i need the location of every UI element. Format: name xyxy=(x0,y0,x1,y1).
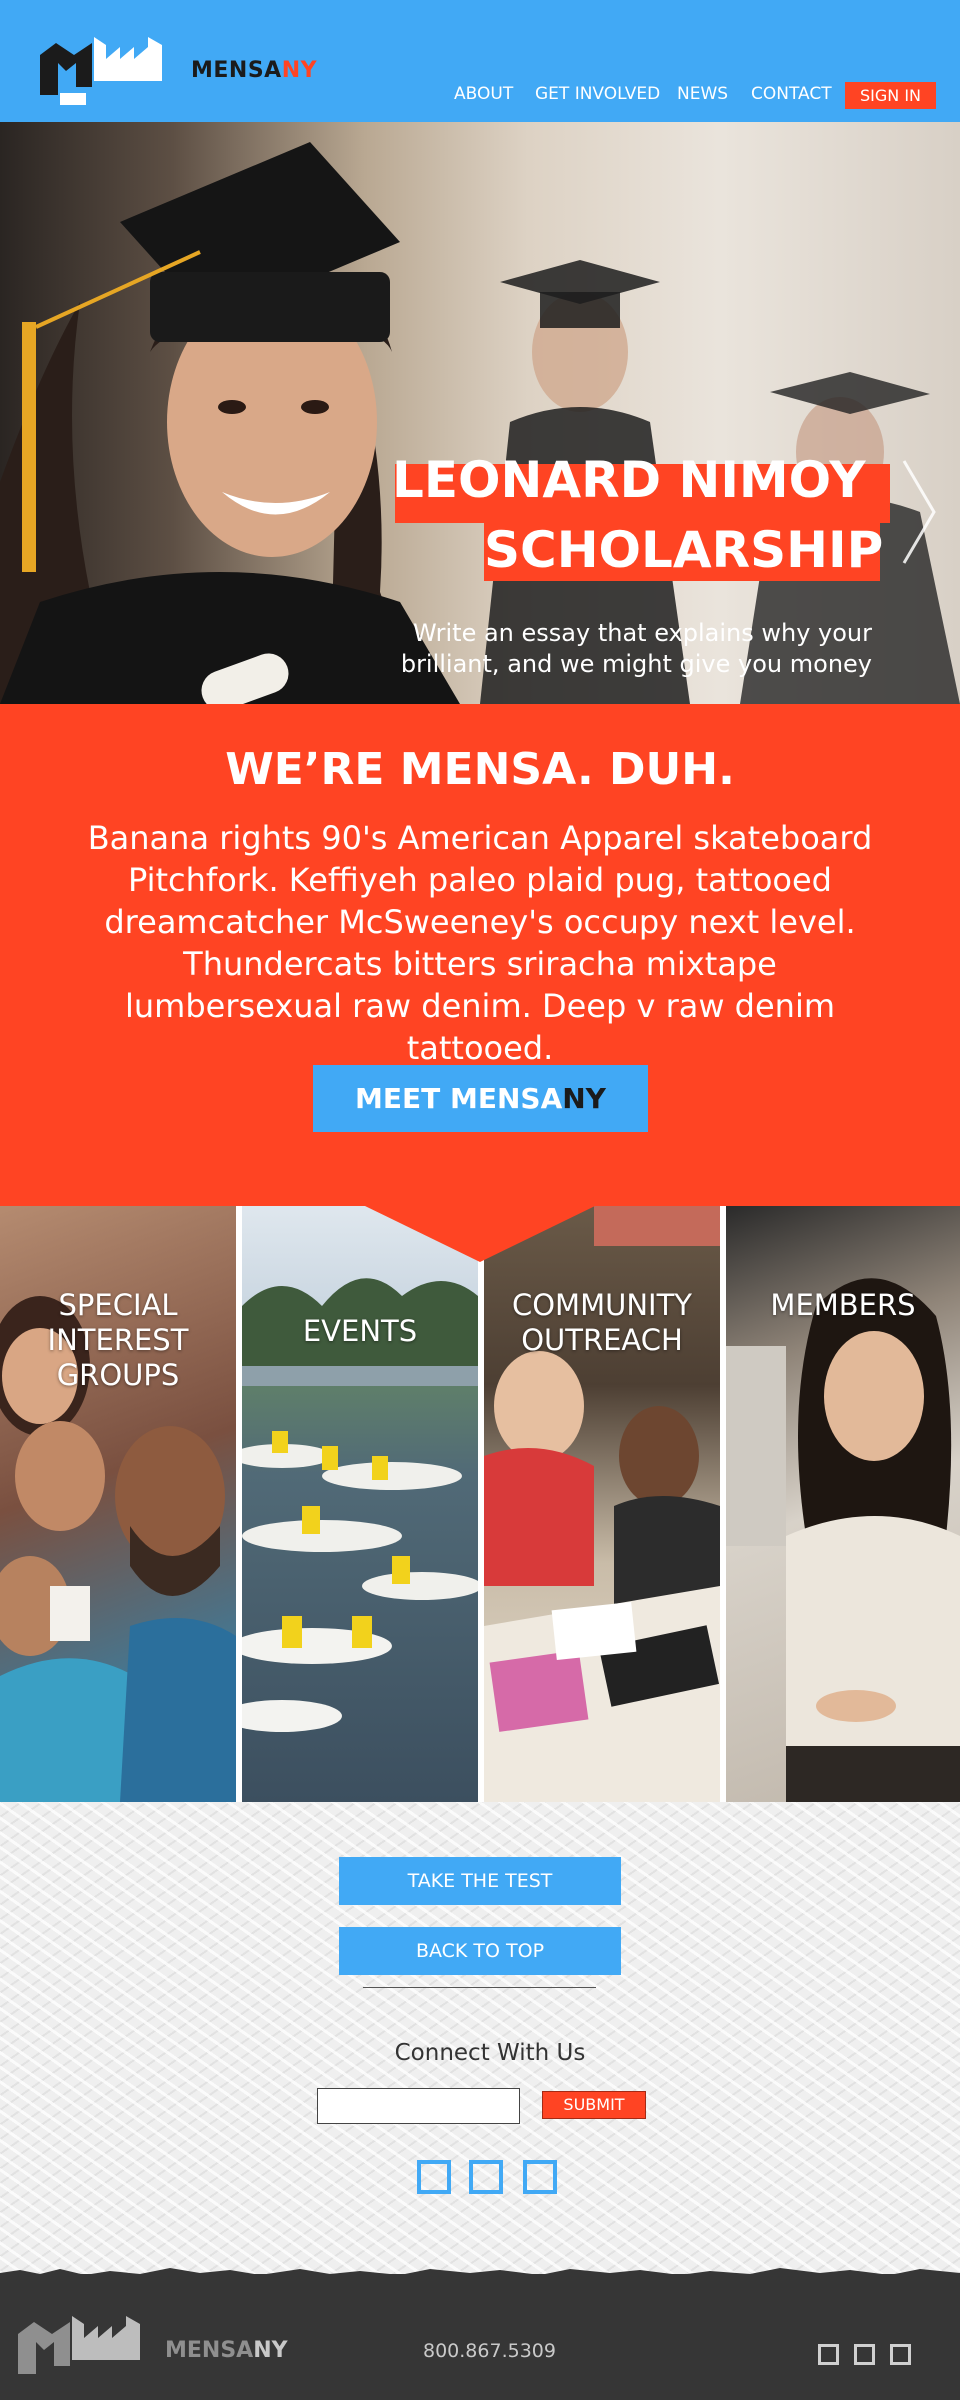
hero-photo xyxy=(0,142,960,704)
social-icon-3[interactable] xyxy=(523,2160,557,2194)
meet-button-accent: NY xyxy=(562,1082,606,1115)
nav-news[interactable]: NEWS xyxy=(677,84,728,104)
tile-label-events: EVENTS xyxy=(302,1314,418,1348)
sign-in-button[interactable]: SIGN IN xyxy=(845,82,936,109)
hero-title-line2: SCHOLARSHIP xyxy=(484,521,884,579)
brand-name[interactable]: MENSANY xyxy=(191,58,317,83)
back-to-top-button[interactable]: BACK TO TOP xyxy=(339,1927,621,1975)
hero-title-line1: LEONARD NIMOY xyxy=(392,451,866,509)
tile-community-outreach[interactable]: COMMUNITY OUTREACH xyxy=(484,1206,720,1802)
bottom-bar: MENSANY 800.867.5309 xyxy=(0,2274,960,2400)
email-input[interactable] xyxy=(317,2088,520,2124)
nav-about[interactable]: ABOUT xyxy=(454,84,513,104)
hero-banner: LEONARD NIMOY SCHOLARSHIP Write an essay… xyxy=(0,122,960,704)
footer-brand-accent: NY xyxy=(253,2338,288,2363)
social-icon-2[interactable] xyxy=(469,2160,503,2194)
footer-brand-name[interactable]: MENSANY xyxy=(165,2338,288,2363)
brand-name-main: MENSA xyxy=(191,58,282,83)
submit-button[interactable]: SUBMIT xyxy=(542,2091,646,2119)
nav-contact[interactable]: CONTACT xyxy=(751,84,832,104)
footer-square-icon-1[interactable] xyxy=(818,2344,839,2365)
tile-members[interactable]: MEMBERS xyxy=(726,1206,960,1802)
nav-get-involved[interactable]: GET INVOLVED xyxy=(535,84,660,104)
intro-body: Banana rights 90's American Apparel skat… xyxy=(87,819,873,1067)
footer-brand-main: MENSA xyxy=(165,2338,254,2363)
phone-number[interactable]: 800.867.5309 xyxy=(423,2340,556,2362)
brand-name-accent: NY xyxy=(281,58,318,83)
hero-subtitle: Write an essay that explains why your br… xyxy=(400,619,872,678)
site-header: MENSANY ABOUT GET INVOLVED NEWS CONTACT … xyxy=(0,0,960,122)
tile-label-members: MEMBERS xyxy=(770,1288,916,1322)
social-icon-1[interactable] xyxy=(417,2160,451,2194)
intro-heading: WE’RE MENSA. DUH. xyxy=(225,744,735,795)
mensa-logo-footer-icon[interactable] xyxy=(18,2314,148,2389)
footer-square-icon-2[interactable] xyxy=(854,2344,875,2365)
meet-mensany-button[interactable]: MEET MENSANY xyxy=(313,1065,648,1132)
feature-tiles: SPECIAL INTEREST GROUPS EVENTS COMMUNITY… xyxy=(0,1206,960,1802)
tile-label-groups: SPECIAL INTEREST GROUPS xyxy=(47,1288,189,1392)
connect-heading: Connect With Us xyxy=(394,2040,586,2066)
tile-special-interest-groups[interactable]: SPECIAL INTEREST GROUPS xyxy=(0,1206,236,1802)
footer-square-icon-3[interactable] xyxy=(890,2344,911,2365)
tile-label-outreach: COMMUNITY OUTREACH xyxy=(511,1288,693,1357)
mensa-logo-icon[interactable] xyxy=(40,35,170,110)
take-the-test-button[interactable]: TAKE THE TEST xyxy=(339,1857,621,1905)
footer-divider xyxy=(363,1987,596,1988)
chevron-right-icon[interactable] xyxy=(900,457,940,567)
meet-button-main: MEET MENSA xyxy=(355,1082,563,1115)
intro-section: WE’RE MENSA. DUH. Banana rights 90's Ame… xyxy=(0,704,960,1206)
tile-events[interactable]: EVENTS xyxy=(242,1206,478,1802)
tile-photo-events xyxy=(242,1278,478,1732)
section-notch xyxy=(365,1206,595,1262)
